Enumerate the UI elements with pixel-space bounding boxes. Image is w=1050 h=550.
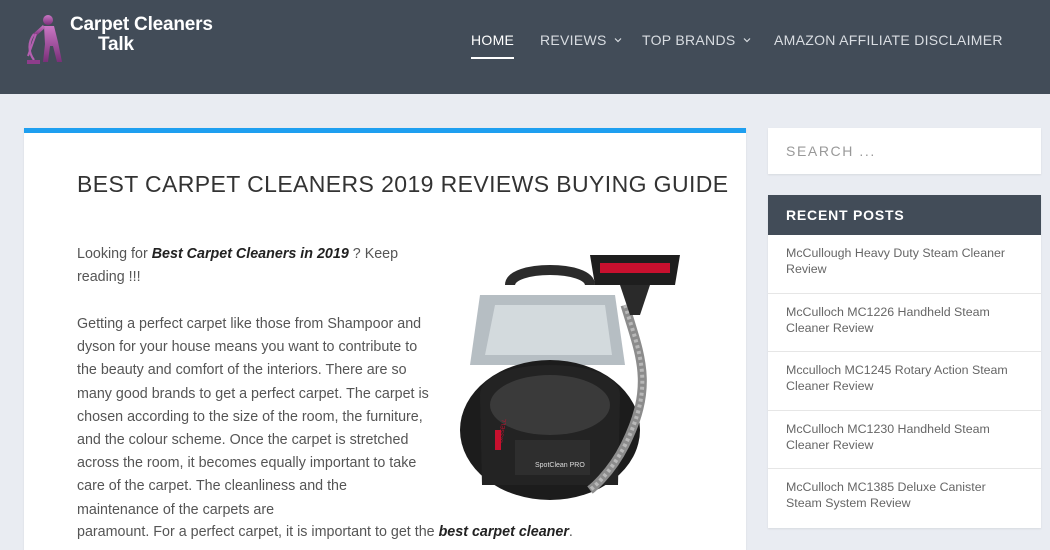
logo-line-2: Talk bbox=[98, 34, 134, 55]
body-paragraph-last-line: paramount. For a perfect carpet, it is i… bbox=[77, 521, 573, 544]
last-suffix: . bbox=[568, 524, 573, 540]
chevron-down-icon bbox=[743, 38, 750, 43]
chevron-down-icon bbox=[614, 38, 622, 43]
nav-affiliate-disclaimer[interactable]: AMAZON AFFILIATE DISCLAIMER bbox=[774, 32, 1003, 48]
recent-post-link[interactable]: McCulloch MC1226 Handheld Steam Cleaner … bbox=[768, 294, 1041, 352]
nav-home[interactable]: HOME bbox=[471, 32, 515, 59]
recent-posts-title: RECENT POSTS bbox=[768, 195, 1041, 235]
nav-disclaimer-label: AMAZON AFFILIATE DISCLAIMER bbox=[774, 32, 1003, 48]
logo-text: Carpet Cleaners Talk bbox=[70, 15, 213, 55]
site-header: Carpet Cleaners Talk HOME REVIEWS TOP BR… bbox=[0, 0, 1050, 94]
search-box bbox=[768, 128, 1041, 174]
product-image: SpotClean PRO BISSELL bbox=[460, 255, 680, 500]
logo-line-1: Carpet Cleaners bbox=[70, 14, 213, 35]
recent-post-link[interactable]: McCullough Heavy Duty Steam Cleaner Revi… bbox=[768, 235, 1041, 294]
product-model-label: SpotClean PRO bbox=[535, 462, 585, 469]
search-input[interactable] bbox=[768, 128, 1041, 174]
last-prefix: paramount. For a perfect carpet, it is i… bbox=[77, 524, 439, 540]
nav-home-label: HOME bbox=[471, 32, 515, 48]
active-underline bbox=[471, 57, 515, 59]
recent-post-link[interactable]: McCulloch MC1230 Handheld Steam Cleaner … bbox=[768, 411, 1041, 469]
intro-bold: Best Carpet Cleaners in 2019 bbox=[151, 246, 349, 262]
body-paragraph: Getting a perfect carpet like those from… bbox=[77, 316, 429, 518]
cleaner-person-icon bbox=[27, 15, 62, 64]
site-logo[interactable]: Carpet Cleaners Talk bbox=[24, 12, 213, 66]
intro-prefix: Looking for bbox=[77, 246, 152, 262]
nav-reviews[interactable]: REVIEWS bbox=[540, 32, 622, 48]
recent-posts-widget: RECENT POSTS McCullough Heavy Duty Steam… bbox=[768, 195, 1041, 528]
best-carpet-cleaner-link[interactable]: best carpet cleaner bbox=[439, 524, 569, 540]
recent-post-link[interactable]: McCulloch MC1385 Deluxe Canister Steam S… bbox=[768, 469, 1041, 528]
recent-post-link[interactable]: Mcculloch MC1245 Rotary Action Steam Cle… bbox=[768, 352, 1041, 411]
nav-top-brands[interactable]: TOP BRANDS bbox=[642, 32, 751, 48]
article-card: BEST CARPET CLEANERS 2019 REVIEWS BUYING… bbox=[24, 128, 746, 550]
article-title: BEST CARPET CLEANERS 2019 REVIEWS BUYING… bbox=[77, 171, 729, 197]
intro-paragraph: Looking for Best Carpet Cleaners in 2019… bbox=[77, 243, 427, 289]
nav-reviews-label: REVIEWS bbox=[540, 32, 607, 48]
nav-top-brands-label: TOP BRANDS bbox=[642, 32, 736, 48]
